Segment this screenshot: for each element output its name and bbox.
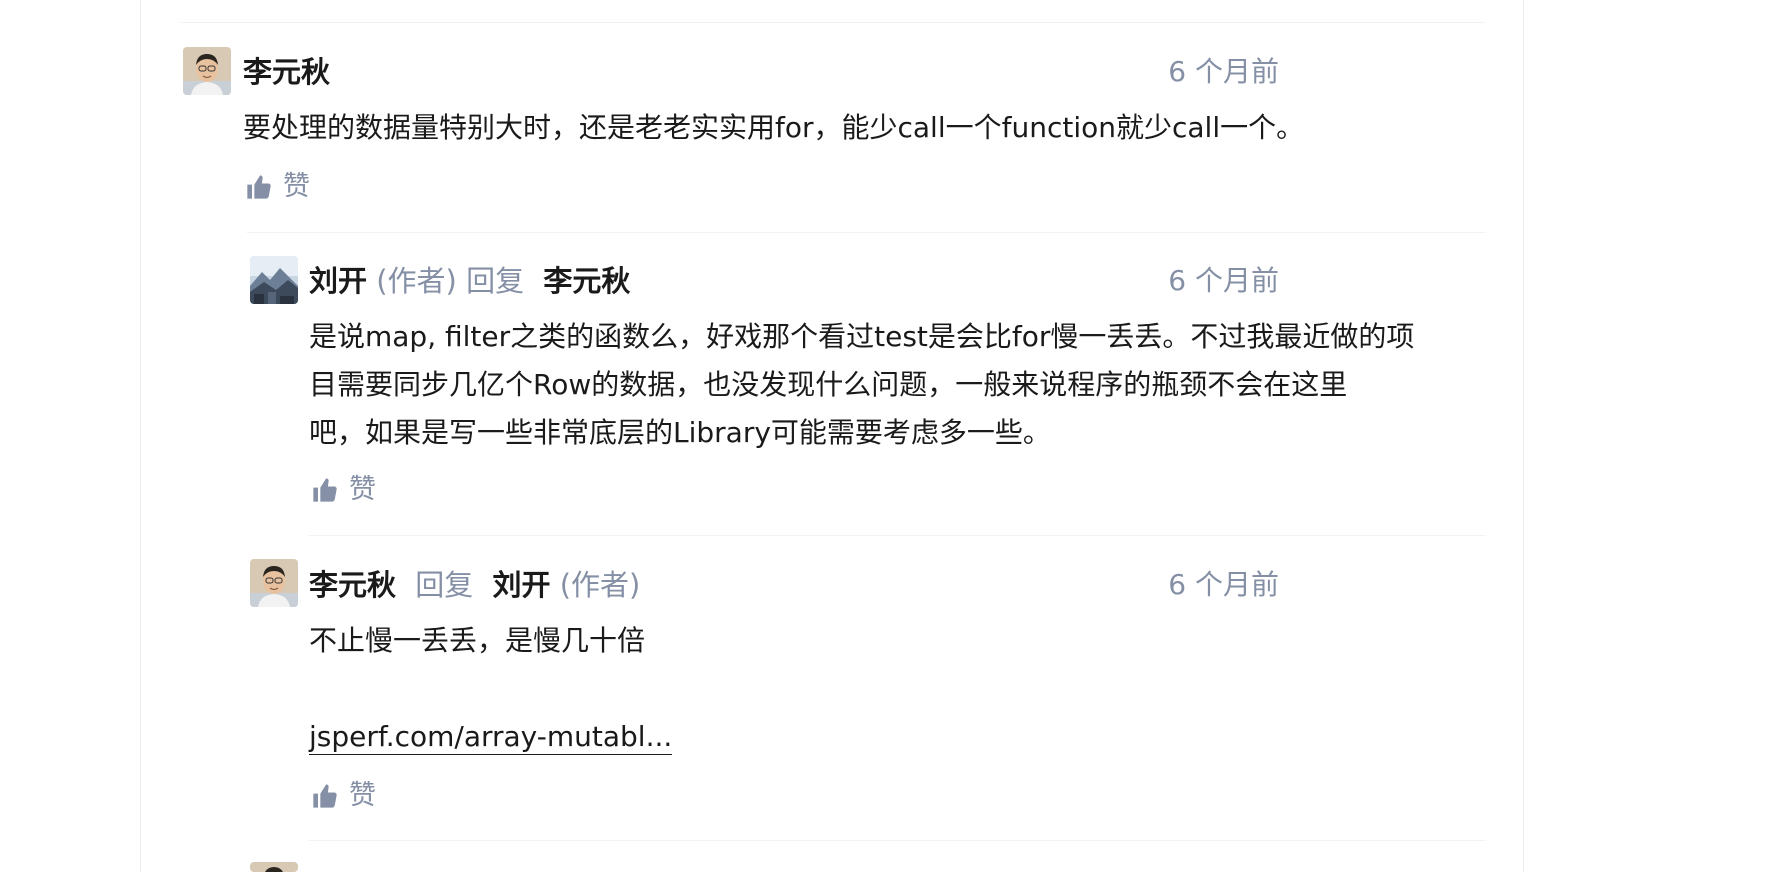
person-avatar-icon (250, 559, 298, 607)
avatar[interactable] (183, 47, 231, 95)
author-name[interactable]: 刘开 (309, 264, 367, 298)
like-label: 赞 (349, 474, 376, 505)
comment-author-line: 刘开 (作者) 回复 李元秋 (309, 261, 630, 301)
thumbs-up-icon (247, 175, 271, 199)
like-label: 赞 (349, 780, 376, 811)
author-name[interactable]: 李元秋 (243, 55, 330, 89)
thumbs-up-icon (313, 784, 337, 808)
comment-text-line: 是说map, filter之类的函数么，好戏那个看过test是会比for慢一丢丢… (309, 320, 1415, 353)
comment-content: 不止慢一丢丢，是慢几十倍 jsperf.com/array-mutabl... (309, 617, 1489, 761)
like-button[interactable]: 赞 (311, 470, 376, 510)
comments-card: 李元秋 6 个月前 要处理的数据量特别大时，还是老老实实用for，能少call一… (140, 0, 1524, 872)
reply-label: 回复 (415, 568, 474, 602)
like-button[interactable]: 赞 (245, 167, 310, 207)
avatar[interactable] (250, 559, 298, 607)
comment-time: 6 个月前 (1168, 264, 1279, 297)
divider (309, 535, 1485, 536)
comment-text-line: 要处理的数据量特别大时，还是老老实实用for，能少call一个function就… (243, 111, 1305, 144)
comment-time: 6 个月前 (1168, 568, 1279, 601)
divider (309, 840, 1485, 841)
avatar[interactable] (250, 256, 298, 304)
reply-to-name[interactable]: 刘开 (492, 568, 550, 602)
comment-author-line: 李元秋 回复 刘开 (作者) (309, 565, 640, 605)
comment-link[interactable]: jsperf.com/array-mutabl... (309, 720, 673, 755)
divider (181, 22, 1485, 23)
reply-label: 回复 (466, 264, 525, 298)
comment-text-line: 吧，如果是写一些非常底层的Library可能需要考虑多一些。 (309, 416, 1051, 449)
author-name[interactable]: 李元秋 (309, 568, 396, 602)
reply-to-name[interactable]: 李元秋 (543, 264, 630, 298)
divider (247, 232, 1485, 233)
thumbs-up-icon (313, 478, 337, 502)
comment-author-line: 李元秋 (243, 52, 330, 92)
person-avatar-icon (250, 862, 298, 872)
comment-time: 6 个月前 (1168, 55, 1279, 88)
landscape-avatar-icon (250, 256, 298, 304)
like-label: 赞 (283, 171, 310, 202)
author-tag: (作者) (559, 568, 641, 602)
comment-content: 是说map, filter之类的函数么，好戏那个看过test是会比for慢一丢丢… (309, 313, 1489, 457)
comment-text-line: 不止慢一丢丢，是慢几十倍 (309, 624, 646, 657)
comment-content: 要处理的数据量特别大时，还是老老实实用for，能少call一个function就… (243, 104, 1483, 152)
person-avatar-icon (183, 47, 231, 95)
avatar[interactable] (250, 862, 298, 872)
author-tag: (作者) (376, 264, 457, 298)
like-button[interactable]: 赞 (311, 776, 376, 816)
comment-text-line: 目需要同步几亿个Row的数据，也没发现什么问题，一般来说程序的瓶颈不会在这里 (309, 368, 1348, 401)
